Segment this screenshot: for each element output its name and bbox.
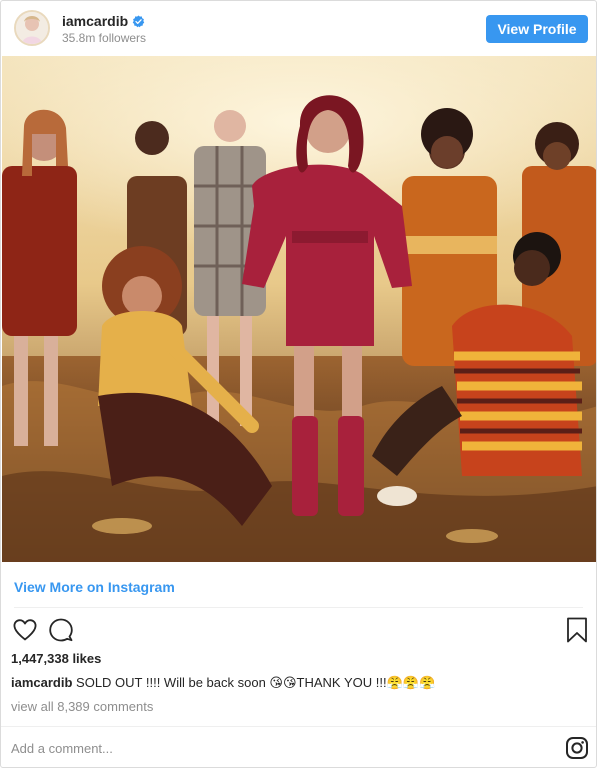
divider — [14, 607, 583, 608]
view-more-on-instagram-link[interactable]: View More on Instagram — [14, 579, 175, 595]
instagram-icon[interactable] — [565, 736, 589, 760]
like-count[interactable]: 1,447,338 likes — [11, 651, 101, 666]
comment-icon[interactable] — [47, 616, 75, 644]
post-header: iamcardib 35.8m followers View Profile — [1, 1, 596, 56]
post-caption: iamcardib SOLD OUT !!!! Will be back soo… — [11, 675, 435, 691]
follower-count: 35.8m followers — [62, 31, 147, 45]
instagram-embed-card: iamcardib 35.8m followers View Profile V… — [0, 0, 597, 768]
caption-text: SOLD OUT !!!! Will be back soon 😘😘THANK … — [72, 675, 436, 690]
heart-icon[interactable] — [11, 616, 39, 644]
username-text[interactable]: iamcardib — [62, 13, 128, 29]
caption-username[interactable]: iamcardib — [11, 675, 72, 690]
post-photo[interactable] — [2, 56, 596, 562]
bookmark-icon[interactable] — [565, 616, 589, 644]
add-comment-input[interactable] — [11, 736, 551, 760]
profile-avatar[interactable] — [14, 10, 50, 46]
view-profile-button[interactable]: View Profile — [486, 15, 588, 43]
view-all-comments-link[interactable]: view all 8,389 comments — [11, 699, 153, 714]
divider — [1, 726, 596, 727]
post-username[interactable]: iamcardib — [62, 13, 145, 29]
verified-badge-icon — [132, 14, 145, 27]
